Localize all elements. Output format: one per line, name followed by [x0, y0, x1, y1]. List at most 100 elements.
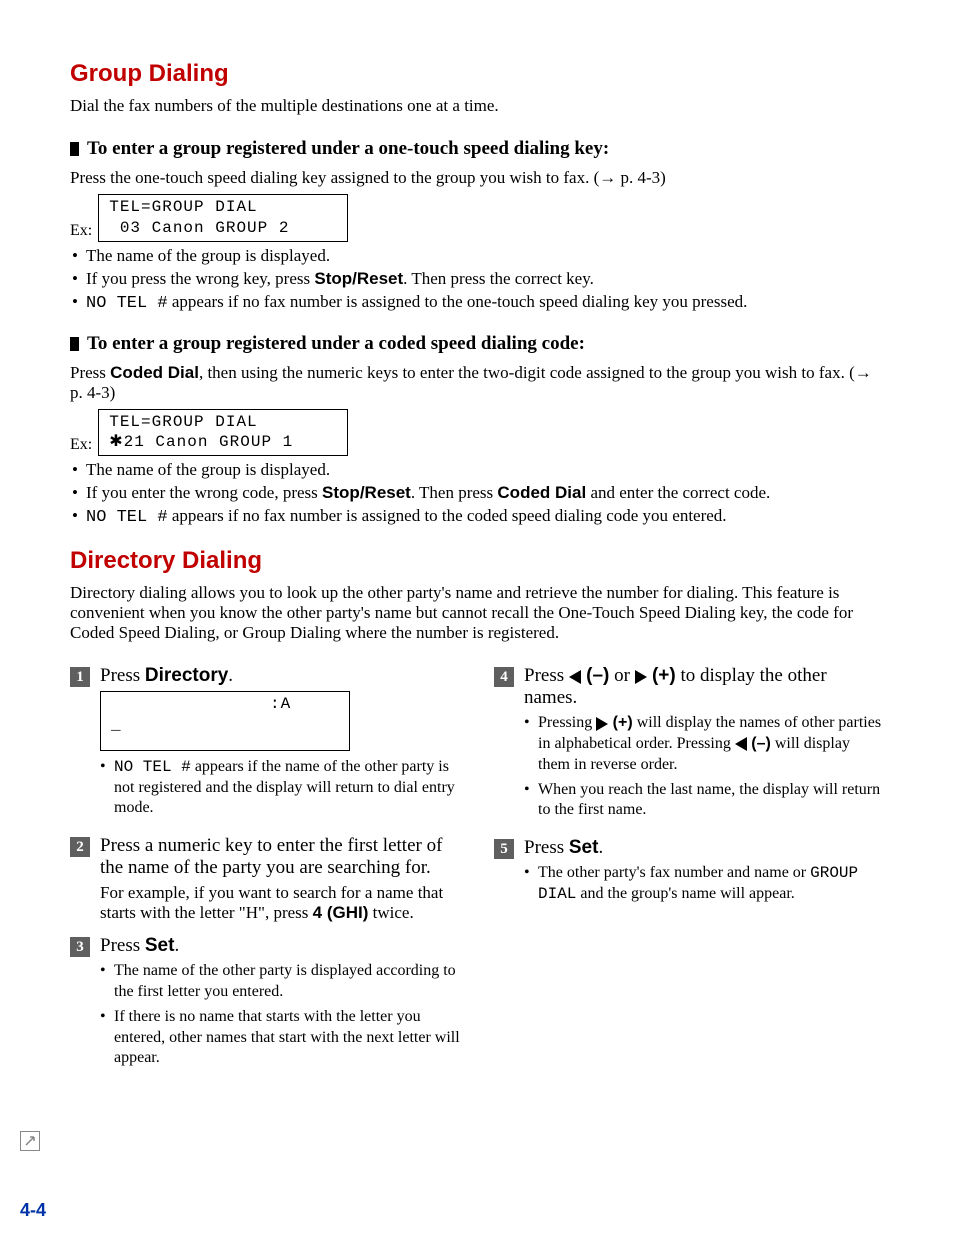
lcd-display-directory: :A _ [100, 691, 350, 751]
key-minus: (–) [747, 735, 771, 752]
text: , then using the numeric keys to enter t… [199, 363, 855, 382]
step-3: 3 Press Set. The name of the other party… [70, 935, 460, 1073]
text: Pressing [538, 714, 596, 731]
bullet-item: The other party's fax number and name or… [524, 863, 884, 905]
bullet-item: The name of the group is displayed. [70, 460, 884, 480]
key-plus: (+) [647, 665, 676, 686]
subheading-coded: To enter a group registered under a code… [70, 333, 884, 355]
lcd-display-one-touch: TEL=GROUP DIAL 03 Canon GROUP 2 [98, 194, 348, 242]
lcd-line1: :A [111, 695, 291, 713]
step-body: Press (–) or (+) to display the other na… [524, 665, 884, 825]
step-number-icon: 5 [494, 839, 514, 859]
step-4: 4 Press (–) or (+) to display the other … [494, 665, 884, 825]
triangle-left-icon [569, 670, 581, 684]
step-number-icon: 3 [70, 937, 90, 957]
heading-group-dialing: Group Dialing [70, 60, 884, 88]
step-subtext: For example, if you want to search for a… [100, 883, 460, 923]
key-coded-dial: Coded Dial [497, 483, 586, 502]
step-body: Press a numeric key to enter the first l… [100, 835, 460, 923]
step-2: 2 Press a numeric key to enter the first… [70, 835, 460, 923]
arrow-right-icon: → [855, 363, 872, 382]
bullet-square-icon [70, 142, 79, 156]
text: Press [524, 837, 569, 858]
step4-bullets: Pressing (+) will display the names of o… [524, 713, 884, 821]
bullet-item: When you reach the last name, the displa… [524, 780, 884, 822]
page-number: 4-4 [20, 1200, 46, 1221]
step-1: 1 Press Directory. :A _ NO TEL # appears… [70, 665, 460, 823]
bullets-one-touch: The name of the group is displayed. If y… [70, 246, 884, 313]
step-heading: Press a numeric key to enter the first l… [100, 835, 460, 879]
bullet-item: The name of the other party is displayed… [100, 961, 460, 1003]
key-directory: Directory [145, 665, 228, 686]
bullet-item: If you enter the wrong code, press Stop/… [70, 483, 884, 503]
lcd-line2: 03 Canon GROUP 2 [109, 219, 289, 237]
example-one-touch: Ex: TEL=GROUP DIAL 03 Canon GROUP 2 [70, 194, 884, 242]
bullet-item: NO TEL # appears if the name of the othe… [100, 757, 460, 819]
example-label: Ex: [70, 436, 92, 456]
lcd-display-coded: TEL=GROUP DIAL ✱21 Canon GROUP 1 [98, 409, 348, 457]
text: appears if no fax number is assigned to … [168, 506, 727, 525]
bullet-item: NO TEL # appears if no fax number is ass… [70, 292, 884, 313]
triangle-right-icon [635, 670, 647, 684]
lcd-line1: TEL=GROUP DIAL [109, 413, 257, 431]
key-set: Set [145, 935, 175, 956]
key-4-ghi: 4 (GHI) [313, 903, 369, 922]
right-column: 4 Press (–) or (+) to display the other … [494, 665, 884, 1085]
step5-bullets: The other party's fax number and name or… [524, 863, 884, 905]
triangle-right-icon [596, 717, 608, 731]
step-body: Press Directory. :A _ NO TEL # appears i… [100, 665, 460, 823]
key-stop-reset: Stop/Reset [314, 269, 403, 288]
text: . [174, 935, 179, 956]
left-column: 1 Press Directory. :A _ NO TEL # appears… [70, 665, 460, 1085]
intro-group-dialing: Dial the fax numbers of the multiple des… [70, 96, 884, 116]
text: or [609, 665, 634, 686]
code-no-tel: NO TEL # [86, 294, 168, 313]
para-one-touch: Press the one-touch speed dialing key as… [70, 168, 884, 188]
key-minus: (–) [581, 665, 610, 686]
step-number-icon: 2 [70, 837, 90, 857]
step-number-icon: 4 [494, 667, 514, 687]
bullet-item: If you press the wrong key, press Stop/R… [70, 269, 884, 289]
step-heading: Press Directory. [100, 665, 460, 687]
code-no-tel: NO TEL # [86, 508, 168, 527]
text: Press the one-touch speed dialing key as… [70, 168, 599, 187]
example-coded: Ex: TEL=GROUP DIAL ✱21 Canon GROUP 1 [70, 409, 884, 457]
bullet-item: NO TEL # appears if no fax number is ass… [70, 506, 884, 527]
key-stop-reset: Stop/Reset [322, 483, 411, 502]
text: Press [524, 665, 569, 686]
text: and the group's name will appear. [576, 885, 794, 902]
text: If you press the wrong key, press [86, 269, 314, 288]
text: Press [100, 665, 145, 686]
text: If you enter the wrong code, press [86, 483, 322, 502]
bullet-item: Pressing (+) will display the names of o… [524, 713, 884, 775]
step1-bullets: NO TEL # appears if the name of the othe… [100, 757, 460, 819]
code-no-tel: NO TEL # [114, 758, 191, 776]
text: . [598, 837, 603, 858]
subheading-one-touch-text: To enter a group registered under a one-… [87, 138, 609, 160]
step3-bullets: The name of the other party is displayed… [100, 961, 460, 1069]
step-heading: Press Set. [100, 935, 460, 957]
step-heading: Press Set. [524, 837, 884, 859]
para-coded: Press Coded Dial, then using the numeric… [70, 363, 884, 403]
key-plus: (+) [608, 714, 632, 731]
bullet-square-icon [70, 337, 79, 351]
lcd-line2: ✱21 Canon GROUP 1 [109, 433, 293, 451]
arrow-right-icon: → [599, 168, 616, 187]
steps-columns: 1 Press Directory. :A _ NO TEL # appears… [70, 665, 884, 1085]
step-5: 5 Press Set. The other party's fax numbe… [494, 837, 884, 909]
key-coded-dial: Coded Dial [110, 363, 199, 382]
lcd-line1: TEL=GROUP DIAL [109, 198, 257, 216]
text: Press [70, 363, 110, 382]
text: p. 4-3) [70, 383, 115, 402]
bullet-item: If there is no name that starts with the… [100, 1007, 460, 1069]
bullets-coded: The name of the group is displayed. If y… [70, 460, 884, 527]
text: . [228, 665, 233, 686]
lcd-line2: _ [111, 716, 122, 734]
step-body: Press Set. The name of the other party i… [100, 935, 460, 1073]
subheading-coded-text: To enter a group registered under a code… [87, 333, 585, 355]
key-set: Set [569, 837, 599, 858]
text: . Then press the correct key. [403, 269, 594, 288]
text: p. 4-3) [616, 168, 666, 187]
text: The other party's fax number and name or [538, 864, 810, 881]
intro-directory-dialing: Directory dialing allows you to look up … [70, 583, 884, 643]
